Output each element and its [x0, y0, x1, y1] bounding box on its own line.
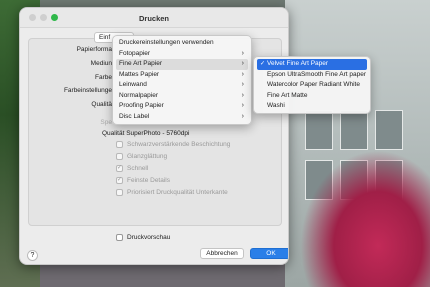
quality-summary: Qualität SuperPhoto - 5760dpi — [102, 130, 190, 137]
media-menu-item[interactable]: Druckereinstellungen verwenden — [116, 38, 248, 49]
media-menu-item-label: Leinwand — [119, 81, 147, 88]
chevron-right-icon: › — [241, 81, 244, 88]
media-menu-item-label: Disc Label — [119, 112, 150, 120]
preview-checkbox-row[interactable]: Druckvorschau — [116, 234, 170, 241]
media-menu-item[interactable]: Proofing Papier › — [116, 101, 248, 112]
option-checkbox-row[interactable]: Schwarzverstärkende Beschichtung — [116, 141, 230, 148]
media-menu-item[interactable]: Fotopapier › — [116, 49, 248, 60]
chevron-right-icon: › — [241, 60, 244, 67]
fine-art-menu-item[interactable]: Watercolor Paper Radiant White — [257, 80, 367, 91]
medium-label: Mediun — [90, 60, 112, 67]
fine-art-menu-item-label: Velvet Fine Art Paper — [267, 60, 329, 67]
chevron-right-icon: › — [241, 49, 244, 57]
media-menu-item[interactable]: Normalpapier › — [116, 91, 248, 102]
media-menu-item-label: Proofing Papier — [119, 102, 164, 109]
option-checkbox[interactable] — [116, 141, 123, 148]
media-menu-item-label: Fotopapier — [119, 49, 151, 57]
option-checkbox-row[interactable]: Glanzglättung — [116, 153, 167, 160]
chevron-right-icon: › — [241, 91, 244, 99]
fine-art-menu-item[interactable]: Fine Art Matte — [257, 91, 367, 102]
option-checkbox-row[interactable]: ✓ Feinste Details — [116, 177, 170, 184]
option-label: Schwarzverstärkende Beschichtung — [127, 141, 231, 148]
fine-art-menu-item[interactable]: Washi — [257, 101, 367, 112]
media-menu-item[interactable]: Fine Art Papier › — [116, 59, 248, 70]
media-menu-item[interactable]: Disc Label › — [116, 112, 248, 123]
option-label: Priorisiert Druckqualität Unterkante — [127, 189, 228, 196]
option-label: Glanzglättung — [127, 153, 168, 160]
fine-art-menu-item-label: Epson UltraSmooth Fine Art paper — [267, 70, 366, 78]
media-menu-item-label: Mattes Papier — [119, 70, 160, 78]
quality-label: Qualitä — [91, 101, 112, 108]
fine-art-menu-item-label: Watercolor Paper Radiant White — [267, 81, 360, 88]
media-menu-item-label: Fine Art Papier — [119, 60, 162, 67]
option-checkbox[interactable]: ✓ — [116, 177, 123, 184]
option-checkbox-row[interactable]: ✓ Schnell — [116, 165, 148, 172]
ok-button[interactable]: OK — [250, 248, 288, 259]
option-checkbox[interactable]: ✓ — [116, 165, 123, 172]
help-button[interactable]: ? — [27, 250, 38, 261]
fine-art-menu-item-label: Washi — [267, 102, 285, 109]
checkmark-icon: ✓ — [260, 61, 266, 67]
media-menu-item[interactable]: Leinwand › — [116, 80, 248, 91]
media-type-menu: Druckereinstellungen verwenden Fotopapier… — [112, 35, 252, 125]
option-checkbox-row[interactable]: Priorisiert Druckqualität Unterkante — [116, 189, 228, 196]
title-bar: Drucken — [20, 8, 288, 28]
chevron-right-icon: › — [241, 70, 244, 78]
preview-label: Druckvorschau — [127, 234, 171, 241]
preview-checkbox[interactable] — [116, 234, 123, 241]
option-label: Schnell — [127, 165, 149, 172]
media-menu-item-label: Druckereinstellungen verwenden — [119, 39, 214, 46]
chevron-right-icon: › — [241, 112, 244, 120]
cancel-button[interactable]: Abbrechen — [200, 248, 244, 259]
color-label: Farbe — [95, 74, 112, 81]
fine-art-menu-item[interactable]: Epson UltraSmooth Fine Art paper — [257, 70, 367, 81]
option-checkbox[interactable] — [116, 189, 123, 196]
background-person — [300, 150, 430, 287]
paper-format-label: Papierforma — [76, 46, 112, 53]
option-checkbox[interactable] — [116, 153, 123, 160]
fine-art-menu-item-label: Fine Art Matte — [267, 91, 308, 99]
color-settings-label: Farbeinstellunge — [63, 87, 112, 94]
speed-label: Spe — [100, 119, 112, 126]
fine-art-menu-item[interactable]: ✓ Velvet Fine Art Paper — [257, 59, 367, 70]
chevron-right-icon: › — [241, 102, 244, 109]
media-menu-item[interactable]: Mattes Papier › — [116, 70, 248, 81]
window-title: Drucken — [138, 14, 169, 23]
fine-art-submenu: ✓ Velvet Fine Art Paper Epson UltraSmooth … — [253, 56, 371, 114]
option-label: Feinste Details — [127, 177, 170, 184]
media-menu-item-label: Normalpapier — [119, 91, 159, 99]
